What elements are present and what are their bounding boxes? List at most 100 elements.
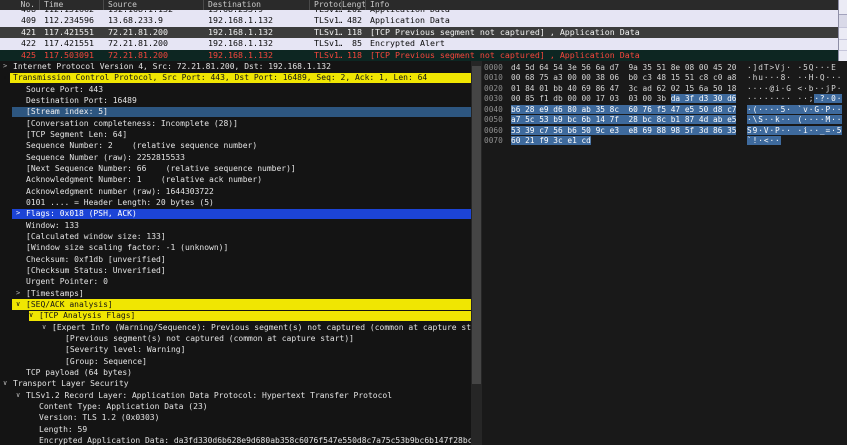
ascii-char: · <box>836 115 843 125</box>
tree-row[interactable]: Checksum: 0xf1db [unverified] <box>0 254 471 265</box>
tree-row[interactable]: Content Type: Application Data (23) <box>0 401 471 412</box>
tree-row[interactable]: Sequence Number: 2 (relative sequence nu… <box>0 140 471 151</box>
chevron-down-icon[interactable]: ∨ <box>29 310 33 321</box>
hex-byte: 28 <box>628 115 643 125</box>
tree-row[interactable]: Source Port: 443 <box>0 84 471 95</box>
packet-cell-length: 85 <box>352 38 362 49</box>
hex-byte: 3f <box>684 94 699 104</box>
hex-row[interactable]: 0070 60 21 f9 3c e1 cd `!·<·· <box>482 136 847 146</box>
tree-row-label: Content Type: Application Data (23) <box>39 401 208 411</box>
column-header-no[interactable]: No. <box>0 0 40 10</box>
wireshark-window: No.TimeSourceDestinationProtocol ▾Length… <box>0 0 847 445</box>
tree-row[interactable]: [Group: Sequence] <box>0 356 471 367</box>
tree-row[interactable]: 0101 .... = Header Length: 20 bytes (5) <box>0 197 471 208</box>
chevron-down-icon[interactable]: ∨ <box>16 390 20 401</box>
tree-row[interactable]: [Calculated window size: 133] <box>0 231 471 242</box>
chevron-right-icon[interactable]: > <box>16 208 20 219</box>
hex-byte: b6 <box>567 125 582 135</box>
hex-row[interactable]: 0000 d4 5d 64 54 3e 56 6a d7 9a 35 51 8e … <box>482 63 847 73</box>
hex-byte: 6a <box>698 83 713 93</box>
column-header-destination[interactable]: Destination <box>204 0 310 10</box>
tree-row-label: [Checksum Status: Unverified] <box>26 265 166 275</box>
tree-row[interactable]: [Next Sequence Number: 66 (relative sequ… <box>0 163 471 174</box>
tree-row[interactable]: ∨ [TCP Analysis Flags] <box>0 310 471 322</box>
hex-row[interactable]: 0060 53 39 c7 56 b6 50 9c e3 e8 69 88 98 … <box>482 125 847 136</box>
tree-row[interactable]: TCP payload (64 bytes) <box>0 367 471 378</box>
tree-row[interactable]: Window: 133 <box>0 220 471 231</box>
hex-row[interactable]: 0010 00 68 75 a3 00 00 38 06 b0 c3 48 15 … <box>482 73 847 83</box>
tree-row[interactable]: Destination Port: 16489 <box>0 95 471 106</box>
hex-byte: 8c <box>656 115 671 125</box>
tree-row-label: [Stream index: 5] <box>26 107 108 117</box>
packet-row[interactable]: 425 117.503091 72.21.81.200 192.168.1.132 TL… <box>0 49 838 61</box>
hex-byte: 51 <box>684 73 699 83</box>
hex-byte: 62 <box>656 83 671 93</box>
packet-list-scrollbar[interactable] <box>838 0 847 61</box>
tree-row[interactable]: ∨ [SEQ/ACK analysis] <box>0 299 471 310</box>
packet-row[interactable]: 421 117.421551 72.21.81.200 192.168.1.132 TL… <box>0 26 838 39</box>
ascii-char: P <box>775 125 781 135</box>
hex-byte: 28 <box>525 104 540 114</box>
hex-row[interactable]: 0020 01 84 01 bb 40 69 86 47 3c ad 62 02 … <box>482 84 847 94</box>
hex-byte: c8 <box>698 73 713 83</box>
tree-row[interactable]: Length: 59 <box>0 424 471 435</box>
hex-row[interactable]: 0040 b6 28 e9 d6 80 ab 35 8c 60 76 f5 47 … <box>482 104 847 115</box>
tree-row[interactable]: > Flags: 0x018 (PSH, ACK) <box>0 208 471 220</box>
tree-row[interactable]: ∨ Transport Layer Security <box>0 378 471 389</box>
hex-byte: 20 <box>727 63 737 72</box>
hex-byte: 86 <box>713 125 728 135</box>
column-header-length[interactable]: Length <box>342 0 366 10</box>
column-header-info[interactable]: Info <box>366 0 847 10</box>
hex-offset: 0050 <box>484 115 503 125</box>
hex-row[interactable]: 0030 00 85 f1 db 00 00 17 03 03 00 3b da … <box>482 94 847 104</box>
chevron-down-icon[interactable]: ∨ <box>16 299 20 310</box>
chevron-right-icon[interactable]: > <box>16 288 20 299</box>
tree-row[interactable]: Sequence Number (raw): 2252815533 <box>0 152 471 163</box>
hex-row[interactable]: 0050 a7 5c 53 b9 bc 6b 14 7f 28 bc 8c b1 … <box>482 115 847 125</box>
packet-cell-source: 72.21.81.200 <box>108 49 168 60</box>
tree-row[interactable]: > Internet Protocol Version 4, Src: 72.21… <box>0 61 471 72</box>
tree-row[interactable]: [Conversation completeness: Incomplete (… <box>0 118 471 129</box>
tree-row[interactable]: [TCP Segment Len: 64] <box>0 129 471 140</box>
hex-byte: 00 <box>581 73 596 83</box>
hex-byte: 45 <box>713 63 728 72</box>
hex-byte: 15 <box>670 73 685 83</box>
packet-row[interactable]: 422 117.421551 72.21.81.200 192.168.1.132 TL… <box>0 38 838 50</box>
tree-row-label: Acknowledgment Number: 1 (relative ack n… <box>26 175 263 185</box>
tree-row[interactable]: ∨ TLSv1.2 Record Layer: Application Data … <box>0 390 471 401</box>
packet-list-scrollbar-thumb[interactable] <box>839 14 847 28</box>
chevron-down-icon[interactable]: ∨ <box>3 378 7 389</box>
tree-row[interactable]: ∨ Transmission Control Protocol, Src Port… <box>0 72 471 84</box>
ascii-char: · <box>836 83 843 93</box>
tree-row[interactable]: [Stream index: 5] <box>0 106 471 118</box>
tree-row-label: [Conversation completeness: Incomplete (… <box>26 118 238 128</box>
packet-cell-info: Application Data <box>370 15 450 26</box>
chevron-down-icon[interactable]: ∨ <box>3 72 7 83</box>
tree-row[interactable]: Urgent Pointer: 0 <box>0 276 471 287</box>
hex-byte: 8e <box>670 63 685 72</box>
column-header-protocol[interactable]: Protocol ▾ <box>310 0 342 10</box>
tree-row-label: [TCP Segment Len: 64] <box>26 129 128 139</box>
chevron-down-icon[interactable]: ∨ <box>42 322 46 333</box>
tree-row[interactable]: ∨ [Expert Info (Warning/Sequence): Previo… <box>0 322 471 333</box>
tree-row[interactable]: [Checksum Status: Unverified] <box>0 265 471 276</box>
tree-row-label: Acknowledgment number (raw): 1644303722 <box>26 186 214 196</box>
column-header-source[interactable]: Source <box>104 0 204 10</box>
detail-pane-scrollbar[interactable] <box>471 61 482 445</box>
tree-row[interactable]: [Window size scaling factor: -1 (unknown… <box>0 242 471 253</box>
hex-byte: 3c <box>628 83 643 93</box>
tree-row[interactable]: > [Timestamps] <box>0 288 471 299</box>
column-header-time[interactable]: Time <box>40 0 104 10</box>
tree-row[interactable]: Acknowledgment number (raw): 1644303722 <box>0 186 471 197</box>
tree-row[interactable]: Encrypted Application Data: da3fd330d6b6… <box>0 435 471 445</box>
hex-byte: 85 <box>525 94 540 104</box>
packet-row[interactable]: 409 112.234596 13.68.233.9 192.168.1.132 TLS… <box>0 15 838 27</box>
detail-pane-scrollbar-thumb[interactable] <box>472 66 481 384</box>
ascii-char: S <box>747 125 753 135</box>
tree-row[interactable]: Acknowledgment Number: 1 (relative ack n… <box>0 174 471 185</box>
tree-row[interactable]: [Severity level: Warning] <box>0 344 471 355</box>
hex-byte: 00 <box>511 73 526 83</box>
tree-row[interactable]: [Previous segment(s) not captured (commo… <box>0 333 471 344</box>
chevron-right-icon[interactable]: > <box>3 61 7 72</box>
tree-row[interactable]: Version: TLS 1.2 (0x0303) <box>0 412 471 423</box>
